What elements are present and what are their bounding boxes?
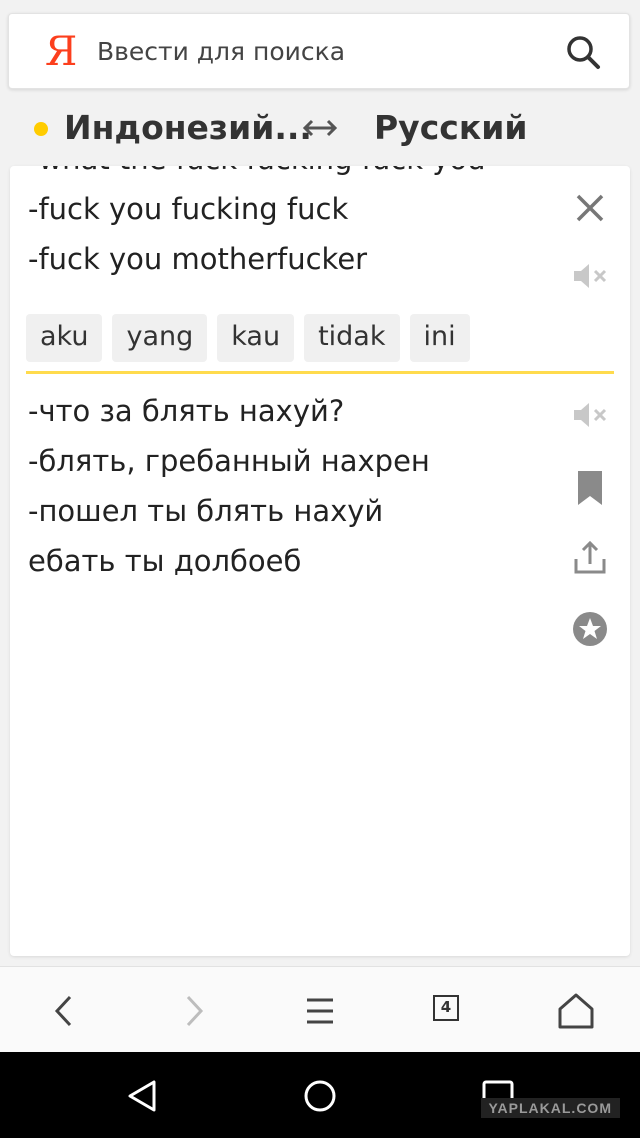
suggestion-chips: aku yang kau tidak ini: [26, 314, 480, 362]
source-text-area[interactable]: -what the fuck fucking fuck you -fuck yo…: [28, 166, 548, 284]
forward-icon[interactable]: [172, 989, 216, 1033]
tabs-button[interactable]: 4: [426, 989, 470, 1033]
back-icon[interactable]: [42, 989, 86, 1033]
source-speaker-mute-icon[interactable]: [570, 260, 610, 292]
yandex-logo[interactable]: Я: [45, 30, 77, 74]
translation-line: ебать ты долбоеб: [28, 544, 302, 578]
swap-languages-icon[interactable]: [300, 114, 340, 142]
suggestion-chip[interactable]: kau: [217, 314, 295, 362]
detected-language-dot: [34, 122, 48, 136]
source-line: -fuck you motherfucker: [28, 242, 368, 276]
search-bar[interactable]: Я Ввести для поиска: [8, 13, 630, 89]
menu-icon[interactable]: [298, 989, 342, 1033]
home-icon[interactable]: [554, 989, 598, 1033]
close-icon[interactable]: [570, 188, 610, 228]
suggestion-chip[interactable]: aku: [26, 314, 103, 362]
suggestion-chip[interactable]: tidak: [304, 314, 400, 362]
source-line: -fuck you fucking fuck: [28, 192, 349, 226]
android-back-icon[interactable]: [120, 1074, 164, 1118]
translation-line: -пошел ты блять нахуй: [28, 494, 384, 528]
source-line-clipped: -what the fuck fucking fuck you: [28, 166, 548, 184]
translation-text-area[interactable]: -что за блять нахуй? -блять, гребанный н…: [28, 386, 548, 586]
divider: [26, 371, 614, 374]
android-navigation-bar: YAPLAKAL.COM: [0, 1052, 640, 1138]
suggestion-chip[interactable]: yang: [112, 314, 208, 362]
suggestion-chip[interactable]: ini: [409, 314, 470, 362]
translation-card: -what the fuck fucking fuck you -fuck yo…: [10, 166, 630, 956]
tab-count: 4: [433, 995, 459, 1021]
watermark: YAPLAKAL.COM: [480, 1098, 620, 1118]
source-language[interactable]: Индонезий...: [64, 106, 312, 150]
translation-line: -блять, гребанный нахрен: [28, 444, 430, 478]
browser-toolbar: 4: [0, 966, 640, 1053]
search-input[interactable]: Ввести для поиска: [97, 37, 345, 67]
search-icon[interactable]: [563, 32, 603, 72]
share-icon[interactable]: [570, 537, 610, 577]
target-language[interactable]: Русский: [374, 106, 527, 150]
bookmark-icon[interactable]: [570, 468, 610, 508]
translation-speaker-mute-icon[interactable]: [570, 399, 610, 431]
favorite-star-icon[interactable]: [570, 609, 610, 649]
translation-line: -что за блять нахуй?: [28, 394, 345, 428]
android-home-icon[interactable]: [298, 1074, 342, 1118]
language-selector: Индонезий... Русский: [0, 100, 640, 156]
